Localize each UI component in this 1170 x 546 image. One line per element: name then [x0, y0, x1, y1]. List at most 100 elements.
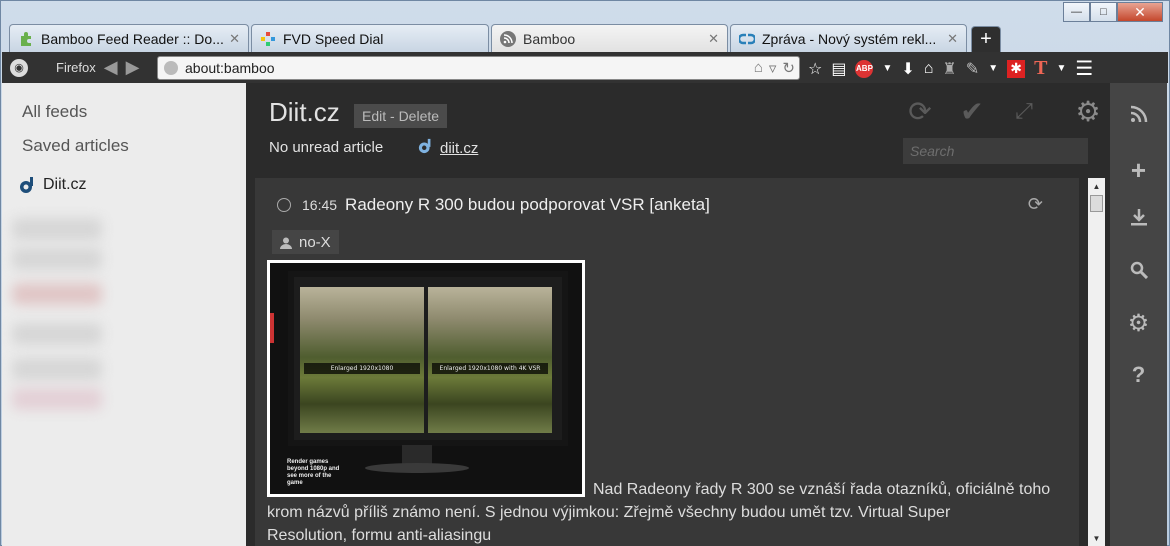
tab-close-icon[interactable]: ✕: [708, 31, 719, 47]
feed-site-link[interactable]: diit.cz: [418, 138, 478, 158]
puzzle-icon: [18, 31, 34, 47]
fullscreen-icon[interactable]: ⤢: [1009, 96, 1039, 126]
help-icon[interactable]: ?: [1110, 362, 1167, 388]
sidebar-item-diit[interactable]: Diit.cz: [19, 176, 87, 194]
blurred-content: [12, 388, 102, 410]
scroll-down-icon[interactable]: ▼: [1088, 530, 1105, 546]
scroll-up-icon[interactable]: ▲: [1088, 178, 1105, 194]
monitor-base: [365, 463, 469, 473]
firefox-label: Firefox: [56, 60, 96, 75]
firefox-menu-button[interactable]: ◉ Firefox: [10, 58, 96, 77]
tab-bamboo-feed-reader[interactable]: Bamboo Feed Reader :: Do... ✕: [9, 24, 249, 52]
all-feeds-link[interactable]: All feeds: [22, 102, 87, 122]
unread-status: No unread article: [269, 139, 384, 156]
article-image[interactable]: Enlarged 1920x1080 Enlarged 1920x1080 wi…: [267, 260, 585, 497]
tab-label: FVD Speed Dial: [283, 30, 384, 47]
monitor-image: Enlarged 1920x1080 Enlarged 1920x1080 wi…: [288, 271, 568, 446]
toolbar-icons: ☆ ▤ ABP ▼ ⬇ ⌂ ♜ ✎ ▼ ✱ T ▼ ☰: [808, 56, 1093, 81]
feed-link-text: diit.cz: [440, 139, 479, 157]
minimize-button[interactable]: —: [1063, 2, 1090, 22]
article-body-line: krom názvů příliš známo není. S jednou v…: [267, 504, 951, 521]
sync-icon[interactable]: ⟳: [1028, 194, 1043, 215]
dropdown-icon[interactable]: ▿: [769, 59, 777, 77]
scene-right: Enlarged 1920x1080 with 4K VSR: [428, 287, 552, 433]
rss-icon[interactable]: [1110, 105, 1167, 123]
close-window-button[interactable]: ✕: [1117, 2, 1163, 22]
search-input[interactable]: [903, 138, 1088, 164]
blurred-content: [12, 283, 102, 305]
unread-toggle[interactable]: [277, 198, 291, 212]
article-card: 16:45 Radeony R 300 budou podporovat VSR…: [255, 178, 1079, 546]
image-label-left: Enlarged 1920x1080: [304, 363, 420, 374]
forward-icon[interactable]: ▶: [126, 57, 140, 78]
article-time: 16:45: [302, 197, 338, 213]
reading-list-icon[interactable]: ▤: [831, 59, 846, 79]
page-title: Diit.cz: [269, 97, 340, 127]
blurred-content: [12, 218, 102, 240]
maximize-button[interactable]: □: [1090, 2, 1117, 22]
article-header: 16:45 Radeony R 300 budou podporovat VSR…: [277, 195, 710, 215]
saved-articles-link[interactable]: Saved articles: [22, 136, 129, 156]
url-text: about:bamboo: [185, 60, 275, 76]
new-tab-button[interactable]: +: [971, 26, 1001, 52]
scroll-thumb[interactable]: [1090, 195, 1103, 212]
author-name: no-X: [299, 233, 331, 251]
author-tag: no-X: [272, 230, 339, 254]
download-icon[interactable]: [1110, 208, 1167, 226]
reload-icon[interactable]: ↻: [782, 59, 795, 77]
plugin-icon[interactable]: ✎: [966, 59, 979, 79]
search-icon[interactable]: [1110, 261, 1167, 279]
nav-bar: ◉ Firefox ◀ ▶ about:bamboo ⌂ ▿ ↻ ☆ ▤ ABP…: [2, 52, 1168, 83]
blurred-content: [12, 358, 102, 380]
home-icon[interactable]: ⌂: [924, 60, 934, 78]
article-body-line: Nad Radeony řady R 300 se vznáší řada ot…: [593, 481, 1051, 498]
article-scrollbar[interactable]: ▲ ▼: [1088, 178, 1105, 546]
tab-bar: Bamboo Feed Reader :: Do... ✕ FVD Speed …: [9, 22, 1001, 52]
image-label-right: Enlarged 1920x1080 with 4K VSR: [432, 363, 548, 374]
mark-read-icon[interactable]: ✔: [957, 96, 987, 127]
tab-fvd-speed-dial[interactable]: FVD Speed Dial: [251, 24, 489, 52]
tab-label: Bamboo Feed Reader :: Do...: [41, 30, 224, 47]
dropdown-icon[interactable]: ▼: [988, 63, 998, 74]
link-icon: [739, 31, 755, 47]
tab-close-icon[interactable]: ✕: [229, 31, 240, 47]
url-bar[interactable]: about:bamboo ⌂ ▿ ↻: [157, 56, 800, 80]
add-feed-icon[interactable]: +: [1110, 155, 1167, 186]
extension-icon[interactable]: ♜: [942, 59, 956, 79]
extension-star-icon[interactable]: ✱: [1007, 59, 1026, 78]
bookmark-star-icon[interactable]: ☆: [808, 59, 822, 79]
diit-logo-icon: [418, 138, 434, 158]
person-icon: [280, 236, 292, 249]
edit-delete-button[interactable]: Edit - Delete: [354, 104, 448, 128]
menu-icon[interactable]: ☰: [1075, 56, 1093, 81]
window-controls: — □ ✕: [1063, 2, 1163, 22]
main-toolbar: ⟳ ✔ ⤢ ⚙: [905, 96, 1103, 127]
globe-icon: [164, 61, 178, 75]
adblock-icon[interactable]: ABP: [855, 59, 874, 78]
t-extension-icon[interactable]: T: [1034, 57, 1047, 80]
tab-zprava[interactable]: Zpráva - Nový systém rekl... ✕: [730, 24, 967, 52]
blurred-content: [12, 248, 102, 270]
tab-label: Bamboo: [523, 30, 576, 47]
refresh-icon[interactable]: ⟳: [905, 96, 935, 127]
dropdown-icon[interactable]: ▼: [1056, 63, 1066, 74]
back-icon[interactable]: ◀: [104, 57, 118, 78]
main-pane: Diit.cz Edit - Delete No unread article …: [246, 83, 1110, 546]
browser-window: — □ ✕ Bamboo Feed Reader :: Do... ✕ FVD …: [0, 0, 1170, 546]
image-decoration: [270, 313, 274, 343]
tab-label: Zpráva - Nový systém rekl...: [762, 30, 937, 47]
blurred-content: [12, 323, 102, 345]
monitor-stand: [402, 445, 432, 465]
settings-gear-icon[interactable]: ⚙: [1073, 96, 1103, 127]
article-title[interactable]: Radeony R 300 budou podporovat VSR [anke…: [345, 195, 710, 215]
sidebar-item-label: Diit.cz: [43, 176, 87, 193]
image-caption: Render games beyond 1080p and see more o…: [287, 459, 340, 486]
right-sidebar: + ⚙ ?: [1110, 83, 1167, 546]
settings-gear-icon[interactable]: ⚙: [1110, 309, 1167, 338]
tab-close-icon[interactable]: ✕: [947, 31, 958, 47]
dropdown-icon[interactable]: ▼: [882, 63, 892, 74]
home-icon[interactable]: ⌂: [754, 59, 763, 77]
download-icon[interactable]: ⬇: [901, 59, 914, 79]
tab-bamboo[interactable]: Bamboo ✕: [491, 24, 728, 52]
diit-logo-icon: [19, 176, 37, 194]
